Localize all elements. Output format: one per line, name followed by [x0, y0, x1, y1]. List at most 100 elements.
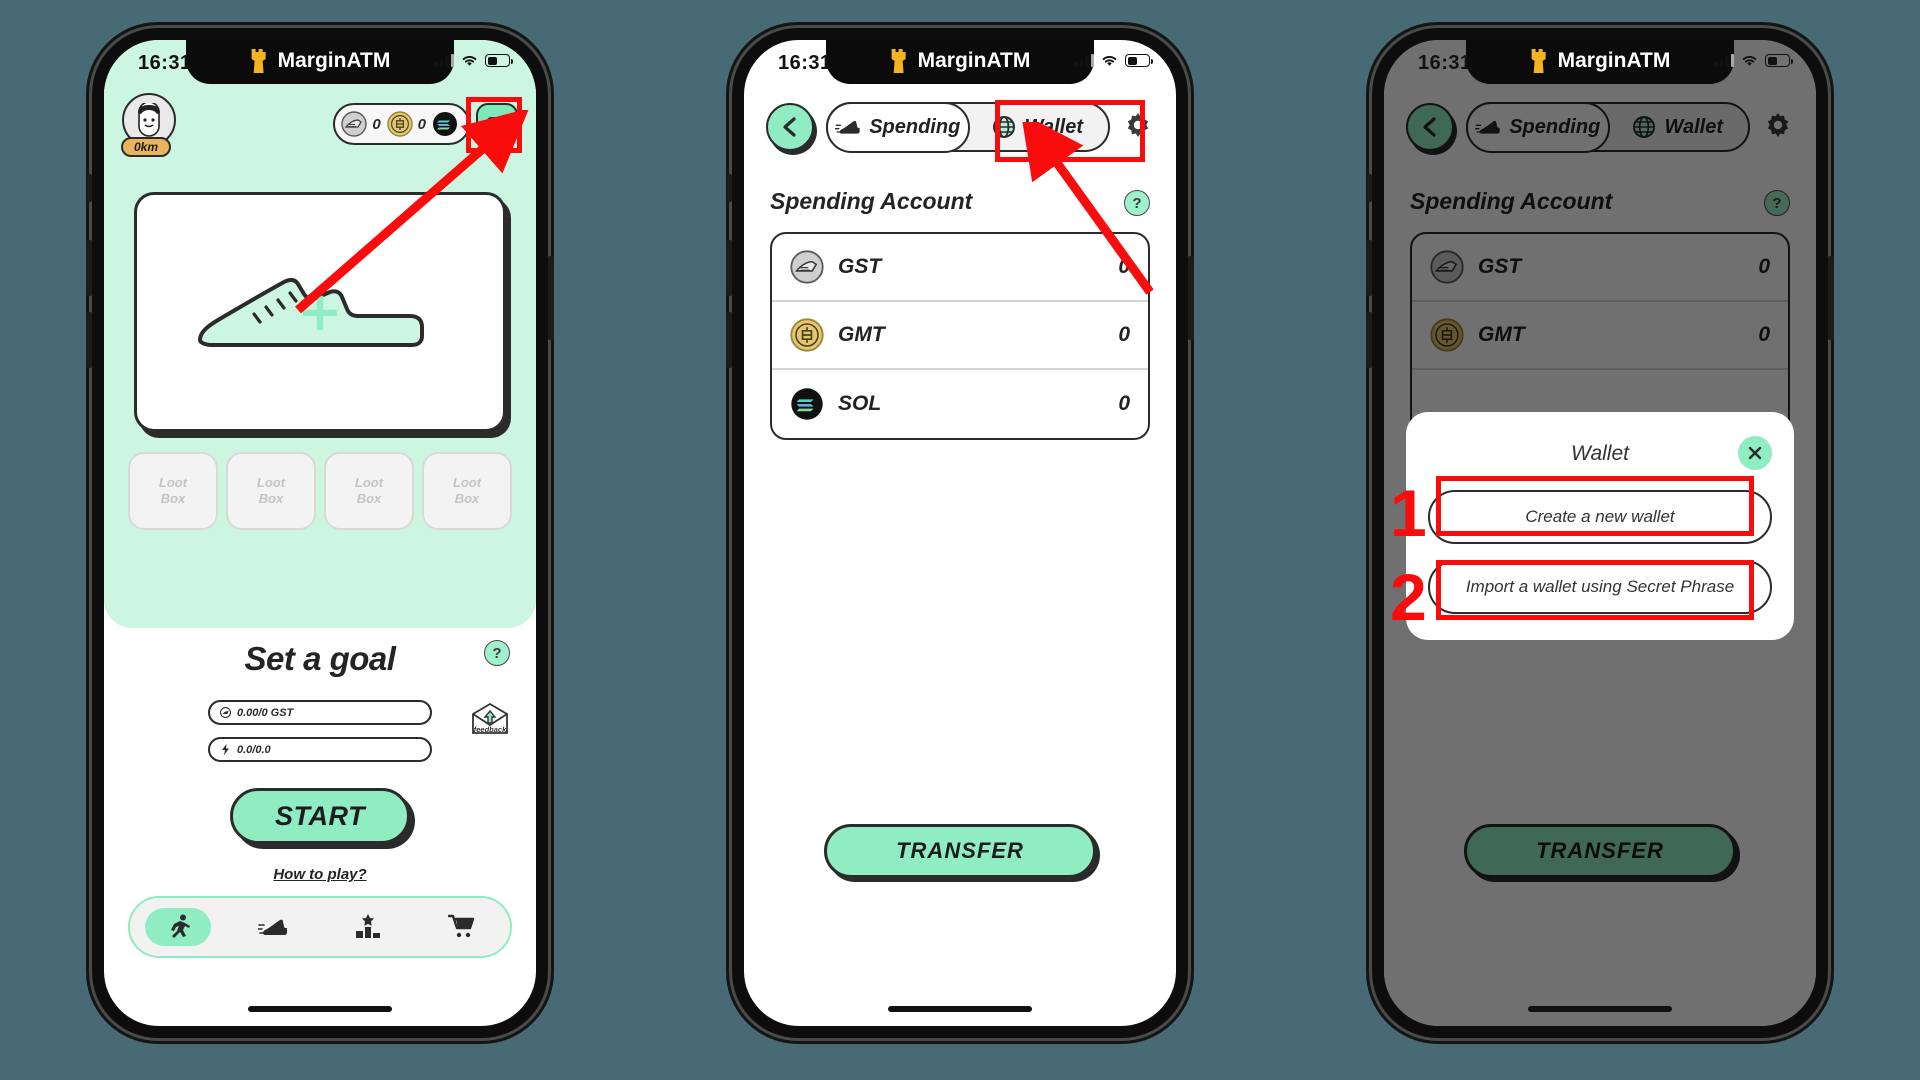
rook-logo-icon — [251, 49, 266, 73]
loot-box-4-line1: Loot — [452, 474, 482, 490]
feedback-button[interactable]: feedback — [470, 702, 510, 740]
volume-down-button — [1366, 312, 1372, 368]
transfer-button[interactable]: TRANSFER — [824, 824, 1096, 878]
loot-box-2-line1: Loot — [256, 474, 286, 490]
loot-box-4[interactable]: Loot Box — [422, 452, 512, 530]
status-indicators — [434, 54, 513, 67]
battery-icon — [1125, 54, 1153, 67]
cellular-signal-icon — [1714, 54, 1734, 67]
goal-energy-field[interactable]: 0.0/0.0 — [208, 737, 432, 762]
goal-title: Set a goal — [244, 640, 396, 677]
start-button[interactable]: START — [230, 788, 410, 844]
loot-box-2-line2: Box — [258, 491, 284, 506]
close-icon — [1748, 446, 1762, 460]
step-number-2: 2 — [1390, 560, 1427, 634]
goal-help-label: ? — [484, 640, 510, 666]
tab-spending[interactable]: Spending — [825, 101, 970, 153]
volume-up-button — [86, 240, 92, 296]
section-help-label: ? — [1124, 190, 1150, 216]
loot-box-3-line2: Box — [356, 491, 382, 506]
tab-sneakers[interactable] — [240, 908, 306, 946]
distance-badge: 0km — [121, 137, 172, 157]
status-indicators — [1714, 54, 1793, 67]
rook-logo-icon — [1531, 49, 1546, 73]
runner-icon — [170, 914, 190, 938]
gst-coin-icon — [790, 250, 824, 284]
brand-title: MarginATM — [1530, 48, 1671, 74]
volume-up-button — [1366, 240, 1372, 296]
back-button[interactable] — [766, 103, 814, 151]
battery-icon — [1765, 54, 1793, 67]
brand-name: MarginATM — [1557, 49, 1671, 72]
spending-nav-row: Spending Wallet — [744, 96, 1176, 162]
phone-1-screen: 16:31 MarginATM 0km 0 0 + Loot Box Loot … — [104, 40, 536, 1026]
close-button[interactable] — [1738, 436, 1772, 470]
import-wallet-highlight — [1436, 560, 1754, 620]
gst-value: 0 — [372, 115, 381, 133]
brand-name: MarginATM — [917, 49, 1031, 72]
face-icon — [138, 103, 160, 137]
brand-name: MarginATM — [277, 49, 391, 72]
loot-box-3-line1: Loot — [354, 474, 384, 490]
svg-text:feedback: feedback — [474, 725, 507, 734]
wifi-icon — [462, 55, 477, 66]
gst-balance: 0 — [341, 111, 381, 137]
sneaker-icon — [257, 919, 287, 935]
status-time: 16:31 — [1418, 52, 1472, 74]
phone-3-screen: Spending Wallet Spend — [1384, 40, 1816, 1026]
wallet-modal-header: Wallet — [1428, 434, 1772, 474]
phone-1-home: 16:31 MarginATM 0km 0 0 + Loot Box Loot … — [86, 28, 554, 1038]
section-title: Spending Account — [770, 188, 973, 214]
goal-gst-value: 0.00/0 GST — [237, 706, 294, 719]
loot-box-1-line1: Loot — [158, 474, 188, 490]
gmt-value: 0 — [417, 115, 426, 133]
loot-box-2[interactable]: Loot Box — [226, 452, 316, 530]
status-time: 16:31 — [138, 52, 192, 74]
bottom-tab-bar — [128, 896, 512, 958]
avatar[interactable]: 0km — [121, 93, 178, 157]
goal-help-button[interactable]: ? — [484, 640, 510, 666]
rook-logo-icon — [891, 49, 906, 73]
account-name: GMT — [838, 323, 885, 346]
account-row-gst[interactable]: GST 0 — [772, 234, 1148, 302]
tab-run[interactable] — [144, 908, 211, 946]
section-help-button[interactable]: ? — [1124, 190, 1150, 216]
add-sneaker-plus[interactable]: + — [297, 285, 342, 339]
sol-balance — [432, 111, 458, 137]
screenshot-stage: 16:31 MarginATM 0km 0 0 + Loot Box Loot … — [0, 0, 1920, 1080]
status-time: 16:31 — [778, 52, 832, 74]
volume-down-button — [86, 312, 92, 368]
phone-2-spending: 16:31 MarginATM Spending Wallet Spending… — [726, 28, 1194, 1038]
goal-energy-value: 0.0/0.0 — [237, 743, 271, 756]
loot-box-1[interactable]: Loot Box — [128, 452, 218, 530]
cellular-signal-icon — [1074, 54, 1094, 67]
gmt-coin-icon — [790, 318, 824, 352]
sol-coin-icon — [791, 388, 823, 420]
volume-up-button — [726, 240, 732, 296]
accounts-card: GST 0 GMT 0 — [770, 232, 1150, 440]
power-button — [548, 256, 554, 340]
sol-coin-icon — [433, 112, 457, 136]
tab-shop[interactable] — [430, 908, 496, 946]
phone-2-screen: 16:31 MarginATM Spending Wallet Spending… — [744, 40, 1176, 1026]
account-value: 0 — [1118, 323, 1130, 346]
create-wallet-highlight — [1436, 476, 1754, 536]
account-row-sol[interactable]: SOL 0 — [772, 370, 1148, 438]
cellular-signal-icon — [434, 54, 454, 67]
account-name: GST — [838, 255, 882, 278]
tab-leaderboard[interactable] — [335, 908, 401, 946]
account-row-gmt[interactable]: GMT 0 — [772, 302, 1148, 370]
account-name: SOL — [838, 392, 882, 415]
brand-title: MarginATM — [250, 48, 391, 74]
gmt-balance: 0 — [386, 111, 426, 137]
loot-box-1-line2: Box — [160, 491, 186, 506]
loot-box-3[interactable]: Loot Box — [324, 452, 414, 530]
mute-switch — [87, 174, 92, 202]
gmt-coin-icon — [386, 111, 413, 137]
currency-pill[interactable]: 0 0 — [333, 103, 470, 145]
sneaker-icon — [835, 120, 860, 134]
goal-gst-field[interactable]: 0.00/0 GST — [208, 700, 432, 725]
sneaker-slot-card[interactable]: + — [134, 192, 506, 432]
how-to-play-link[interactable]: How to play? — [104, 866, 536, 883]
step-number-1: 1 — [1390, 476, 1427, 550]
